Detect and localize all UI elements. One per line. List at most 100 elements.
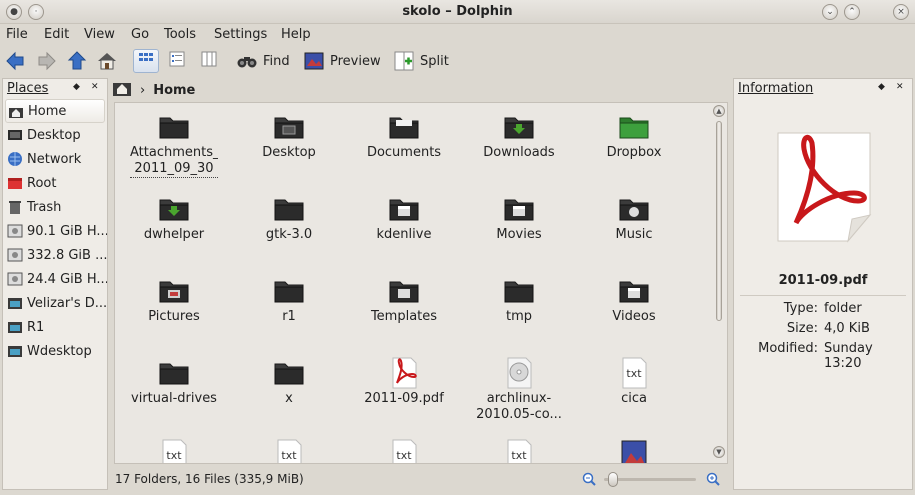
- folder-downloads-icon: [158, 193, 190, 225]
- icons-view-button[interactable]: [133, 49, 159, 73]
- place-item[interactable]: Desktop: [3, 123, 107, 147]
- hard-drive-icon: [7, 247, 23, 263]
- place-label: Root: [27, 175, 57, 191]
- file-name: Downloads: [483, 145, 555, 160]
- file-item[interactable]: r1: [232, 269, 346, 351]
- file-item[interactable]: archlinux-2010.05-co...: [462, 351, 576, 433]
- information-panel: Information ◆ ✕ 2011-09.pdf Type: folder…: [733, 78, 913, 490]
- arrow-right-icon: [36, 50, 58, 72]
- menu-bar: File Edit View Go Tools Settings Help: [0, 24, 915, 46]
- network-icon: [7, 151, 23, 167]
- vertical-scrollbar[interactable]: ▲ ▼: [713, 105, 725, 461]
- folder-music-icon: [618, 193, 650, 225]
- file-item[interactable]: virtual-drives: [117, 351, 231, 433]
- file-item[interactable]: kdenlive: [347, 187, 461, 269]
- place-item[interactable]: Velizar's D...: [3, 291, 107, 315]
- status-bar: 17 Folders, 16 Files (335,9 MiB): [112, 466, 732, 492]
- place-label: Home: [28, 103, 67, 119]
- file-item[interactable]: txt: [347, 433, 461, 463]
- undock-icon[interactable]: ◆: [878, 82, 885, 92]
- menu-edit[interactable]: Edit: [44, 27, 69, 42]
- file-item[interactable]: x: [232, 351, 346, 433]
- place-item[interactable]: Home: [5, 99, 105, 123]
- up-button[interactable]: [66, 49, 88, 73]
- menu-view[interactable]: View: [84, 27, 115, 42]
- file-view[interactable]: Attachments_ 2011_09_30 Desktop Document…: [114, 102, 728, 464]
- place-item[interactable]: Wdesktop: [3, 339, 107, 363]
- file-item[interactable]: gtk-3.0: [232, 187, 346, 269]
- forward-button[interactable]: [36, 49, 58, 73]
- maximize-button[interactable]: ⌃: [844, 4, 860, 20]
- place-item[interactable]: Network: [3, 147, 107, 171]
- minimize-button[interactable]: ⌄: [822, 4, 838, 20]
- file-item[interactable]: Downloads: [462, 105, 576, 187]
- file-item[interactable]: dwhelper: [117, 187, 231, 269]
- place-item[interactable]: Trash: [3, 195, 107, 219]
- undock-icon[interactable]: ◆: [73, 82, 80, 92]
- place-item[interactable]: 24.4 GiB H...: [3, 267, 107, 291]
- home-icon: [96, 50, 118, 72]
- zoom-out-icon[interactable]: [582, 472, 596, 486]
- zoom-slider-handle[interactable]: [608, 472, 619, 487]
- scroll-up-icon[interactable]: ▲: [713, 105, 725, 117]
- scroll-track[interactable]: [716, 121, 722, 443]
- details-view-button[interactable]: [164, 49, 190, 73]
- file-item[interactable]: txt: [117, 433, 231, 463]
- columns-view-button[interactable]: [196, 49, 222, 73]
- close-panel-icon[interactable]: ✕: [896, 82, 904, 92]
- folder-pictures-icon: [158, 275, 190, 307]
- find-button[interactable]: Find: [236, 49, 290, 73]
- breadcrumb-current[interactable]: Home: [153, 83, 195, 98]
- file-item[interactable]: Movies: [462, 187, 576, 269]
- menu-go[interactable]: Go: [131, 27, 149, 42]
- back-button[interactable]: [4, 49, 26, 73]
- place-item[interactable]: R1: [3, 315, 107, 339]
- close-button[interactable]: ×: [893, 4, 909, 20]
- modified-label: Modified:: [758, 341, 818, 356]
- file-item[interactable]: txt: [232, 433, 346, 463]
- file-item[interactable]: Documents: [347, 105, 461, 187]
- folder-downloads-icon: [503, 111, 535, 143]
- trash-icon: [7, 199, 23, 215]
- place-item[interactable]: 332.8 GiB ...: [3, 243, 107, 267]
- menu-settings[interactable]: Settings: [214, 27, 267, 42]
- scroll-thumb[interactable]: [716, 121, 722, 321]
- file-item[interactable]: Desktop: [232, 105, 346, 187]
- folder-icon: [158, 111, 190, 143]
- place-item[interactable]: 90.1 GiB H...: [3, 219, 107, 243]
- scroll-down-icon[interactable]: ▼: [713, 446, 725, 458]
- file-item[interactable]: Videos: [577, 269, 691, 351]
- file-item[interactable]: Pictures: [117, 269, 231, 351]
- zoom-in-icon[interactable]: [706, 472, 720, 486]
- folder-video-icon: [388, 193, 420, 225]
- file-item[interactable]: tmp: [462, 269, 576, 351]
- root-folder-icon: [7, 175, 23, 191]
- preview-button[interactable]: Preview: [303, 49, 381, 73]
- menu-file[interactable]: File: [6, 27, 28, 42]
- file-item[interactable]: Dropbox: [577, 105, 691, 187]
- file-item[interactable]: 2011-09.pdf: [347, 351, 461, 433]
- information-title: Information: [738, 81, 814, 96]
- split-button[interactable]: Split: [393, 49, 449, 73]
- file-item[interactable]: Music: [577, 187, 691, 269]
- file-item[interactable]: txt: [462, 433, 576, 463]
- file-item[interactable]: Templates: [347, 269, 461, 351]
- svg-text:txt: txt: [626, 367, 642, 380]
- menu-tools[interactable]: Tools: [164, 27, 196, 42]
- folder-icon: [158, 357, 190, 389]
- close-panel-icon[interactable]: ✕: [91, 82, 99, 92]
- svg-text:txt: txt: [166, 449, 182, 462]
- status-text: 17 Folders, 16 Files (335,9 MiB): [115, 472, 304, 486]
- menu-help[interactable]: Help: [281, 27, 311, 42]
- text-icon: txt: [388, 439, 420, 463]
- title-bar: ● · skolo – Dolphin ⌄ ⌃ ×: [0, 0, 915, 24]
- file-name: tmp: [505, 309, 532, 324]
- file-item[interactable]: txt cica: [577, 351, 691, 433]
- breadcrumb-home-icon[interactable]: [112, 79, 132, 101]
- file-item[interactable]: Attachments_ 2011_09_30: [117, 105, 231, 187]
- place-item[interactable]: Root: [3, 171, 107, 195]
- text-icon: txt: [618, 357, 650, 389]
- file-item[interactable]: [577, 433, 691, 463]
- home-button[interactable]: [96, 49, 118, 73]
- folder-video-icon: [503, 193, 535, 225]
